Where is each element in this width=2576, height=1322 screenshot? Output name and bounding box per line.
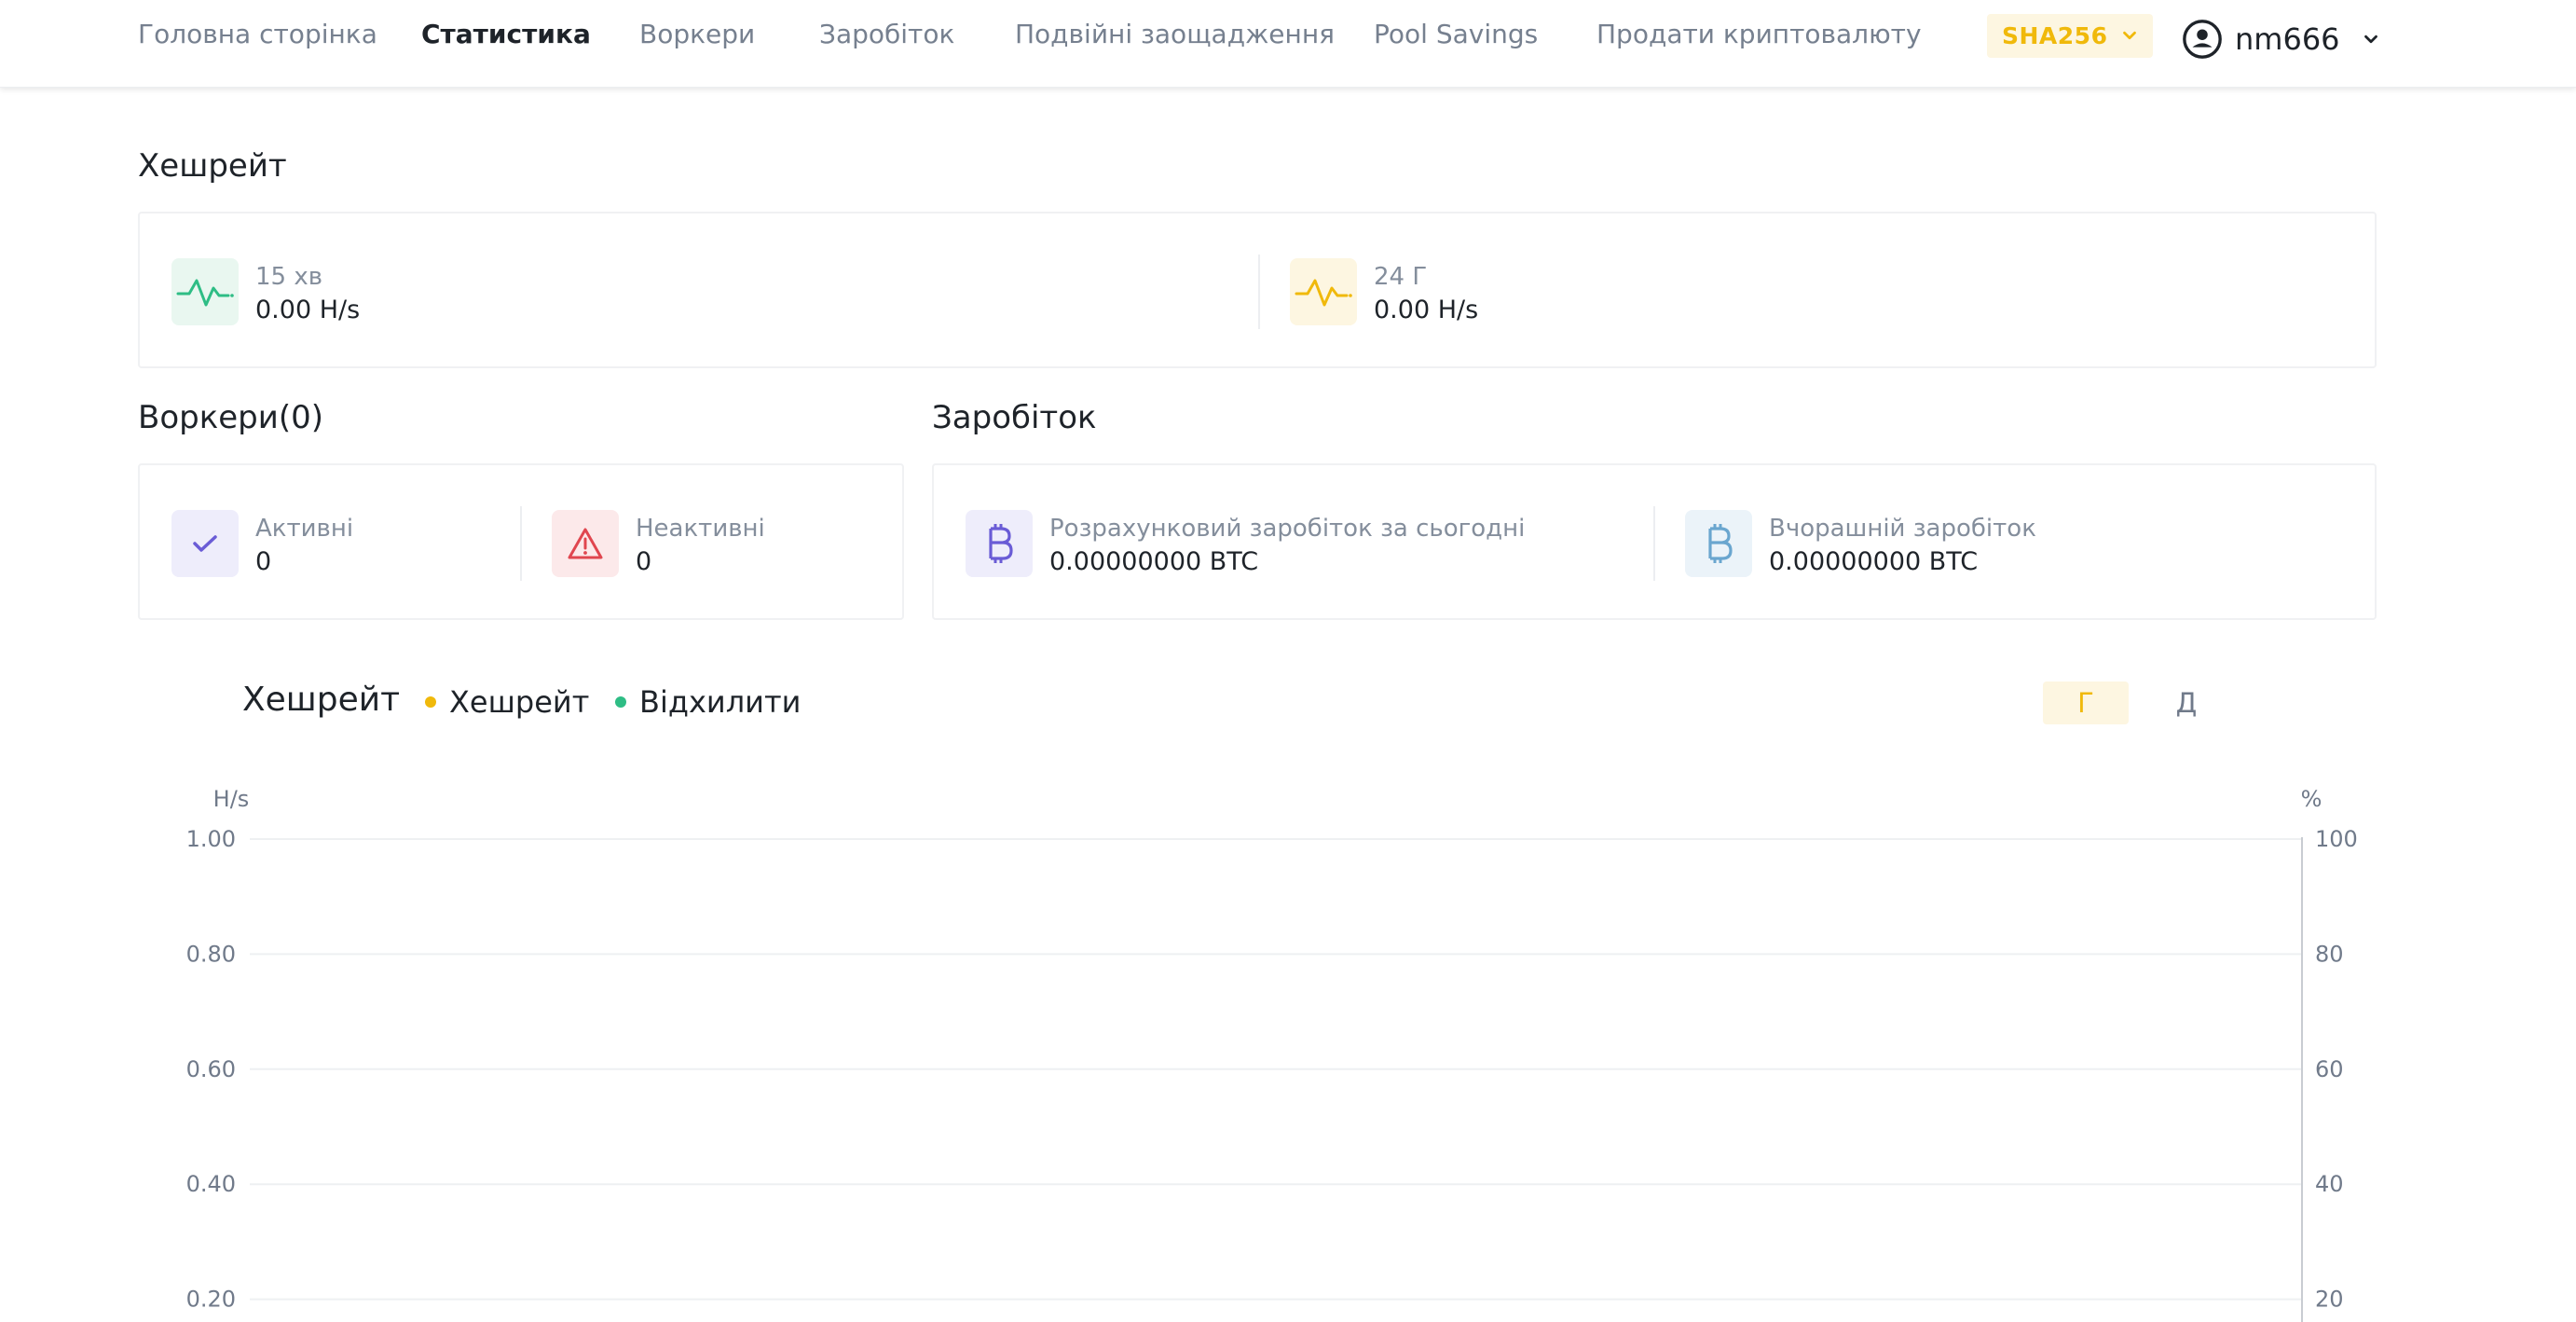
- earnings-yesterday-value: 0.00000000 BTC: [1769, 547, 1979, 576]
- earnings-yesterday-label: Вчорашній заробіток: [1769, 515, 2036, 543]
- workers-active-value: 0: [255, 547, 272, 576]
- legend-dot: [425, 696, 436, 708]
- workers-section-title: Воркери(0): [138, 399, 324, 436]
- earnings-section-title: Заробіток: [932, 399, 1097, 436]
- user-menu[interactable]: nm666: [2181, 17, 2381, 62]
- nav-item-dual-savings[interactable]: Подвійні заощадження: [1015, 19, 1335, 49]
- earnings-yesterday-stat: Вчорашній заробіток 0.00000000 BTC: [1685, 510, 2036, 579]
- legend-item-hashrate[interactable]: Хешрейт: [425, 684, 589, 720]
- y2-axis-tick-label: 80: [2315, 941, 2344, 967]
- nav-item-workers[interactable]: Воркери: [639, 19, 755, 49]
- earnings-card: Розрахунковий заробіток за сьогодні 0.00…: [932, 463, 2377, 620]
- username: nm666: [2235, 21, 2340, 57]
- legend-label: Хешрейт: [449, 684, 590, 720]
- chevron-down-icon: [2364, 34, 2377, 44]
- workers-inactive-label: Неактивні: [636, 515, 765, 543]
- user-avatar-icon: [2183, 20, 2222, 59]
- y-axis-tick-label: 0.60: [186, 1056, 236, 1082]
- hashrate-15m-value: 0.00 H/s: [255, 296, 361, 324]
- nav-item-sell-crypto[interactable]: Продати криптовалюту: [1596, 19, 1922, 49]
- hashrate-card: 15 хв 0.00 H/s 24 Г 0.00 H/s: [138, 212, 2377, 368]
- nav-item-statistics[interactable]: Статистика: [421, 19, 591, 49]
- bitcoin-icon: [1685, 510, 1752, 577]
- hashrate-24h-value: 0.00 H/s: [1374, 296, 1479, 324]
- y-axis-tick-label: 0.20: [186, 1287, 236, 1313]
- y-axis-tick-label: 1.00: [186, 826, 236, 852]
- y-axis-tick-label: 0.40: [186, 1171, 236, 1197]
- workers-card: Активні 0 Неактивні 0: [138, 463, 904, 620]
- workers-inactive-stat[interactable]: Неактивні 0: [552, 510, 765, 579]
- hashrate-chart: H/s % 1.00 100 0.80 80 0.60 60 0.40 40 0.20 20: [186, 786, 2358, 1322]
- hashrate-15m-stat: 15 хв 0.00 H/s: [171, 258, 360, 327]
- y-axis-unit-label: H/s: [213, 786, 250, 812]
- divider: [1653, 506, 1655, 581]
- workers-active-stat[interactable]: Активні 0: [171, 510, 353, 579]
- y2-axis-tick-label: 20: [2315, 1287, 2344, 1313]
- check-icon: [171, 510, 239, 577]
- divider: [520, 506, 522, 581]
- nav-item-earnings[interactable]: Заробіток: [819, 19, 954, 49]
- earnings-today-label: Розрахунковий заробіток за сьогодні: [1049, 515, 1526, 543]
- y2-axis-tick-label: 100: [2315, 826, 2358, 852]
- hashrate-15m-label: 15 хв: [255, 263, 323, 291]
- workers-inactive-value: 0: [636, 547, 652, 576]
- y-axis-tick-label: 0.80: [186, 941, 236, 967]
- y2-axis-tick-label: 40: [2315, 1171, 2344, 1197]
- algorithm-label: SHA256: [2002, 22, 2108, 49]
- hashrate-section-title: Хешрейт: [138, 147, 287, 185]
- workers-active-label: Активні: [255, 515, 354, 543]
- nav-item-pool-savings[interactable]: Pool Savings: [1374, 19, 1538, 49]
- pulse-icon: [1290, 258, 1357, 325]
- bitcoin-icon: [966, 510, 1033, 577]
- pulse-icon: [171, 258, 239, 325]
- hashrate-24h-stat: 24 Г 0.00 H/s: [1290, 258, 1478, 327]
- range-button-day[interactable]: Д: [2144, 682, 2229, 724]
- divider: [1258, 255, 1260, 329]
- legend-item-rejected[interactable]: Відхилити: [615, 684, 801, 720]
- earnings-today-stat: Розрахунковий заробіток за сьогодні 0.00…: [966, 510, 1525, 579]
- y2-axis-tick-label: 60: [2315, 1056, 2344, 1082]
- hashrate-24h-label: 24 Г: [1374, 263, 1428, 291]
- range-button-hour[interactable]: Г: [2043, 682, 2129, 724]
- chart-title: Хешрейт: [242, 681, 401, 719]
- top-navbar: Головна сторінка Статистика Воркери Заро…: [0, 0, 2576, 88]
- legend-label: Відхилити: [639, 684, 802, 720]
- algorithm-select[interactable]: SHA256: [1987, 14, 2153, 58]
- warning-icon: [552, 510, 619, 577]
- chevron-down-icon: [2123, 31, 2136, 40]
- legend-dot: [615, 696, 626, 708]
- nav-item-home[interactable]: Головна сторінка: [138, 19, 377, 49]
- earnings-today-value: 0.00000000 BTC: [1049, 547, 1259, 576]
- y2-axis-unit-label: %: [2301, 786, 2323, 812]
